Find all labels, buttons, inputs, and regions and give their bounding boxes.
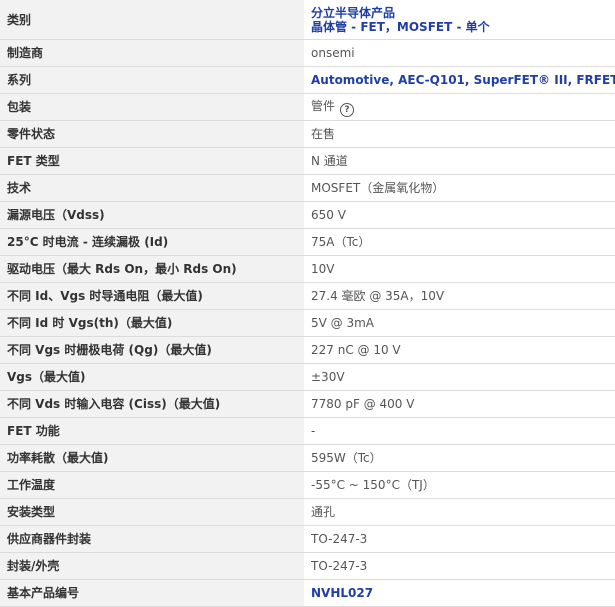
attr-label: 工作温度: [0, 471, 304, 499]
category-link-discrete[interactable]: 分立半导体产品: [311, 6, 615, 20]
attr-row-series: 系列 Automotive, AEC-Q101, SuperFET® III, …: [0, 66, 615, 94]
category-link-fet[interactable]: 晶体管 - FET，MOSFET - 单个: [311, 20, 615, 34]
attr-row-gate-charge: 不同 Vgs 时栅极电荷 (Qg)（最大值) 227 nC @ 10 V: [0, 336, 615, 364]
attr-row-operating-temp: 工作温度 -55°C ~ 150°C（TJ）: [0, 471, 615, 499]
attr-label: 供应商器件封装: [0, 525, 304, 553]
attr-label: 漏源电压（Vdss): [0, 201, 304, 229]
attr-row-vdss: 漏源电压（Vdss) 650 V: [0, 201, 615, 229]
attr-value: ±30V: [304, 363, 615, 391]
attr-row-drive-voltage: 驱动电压（最大 Rds On，最小 Rds On) 10V: [0, 255, 615, 283]
attr-value: 227 nC @ 10 V: [304, 336, 615, 364]
product-attributes-table: 类别 分立半导体产品 晶体管 - FET，MOSFET - 单个 制造商 ons…: [0, 0, 615, 607]
attr-value: -55°C ~ 150°C（TJ）: [304, 471, 615, 499]
attr-label: 系列: [0, 66, 304, 94]
attr-row-supplier-package: 供应商器件封装 TO-247-3: [0, 525, 615, 553]
attr-row-package-case: 封装/外壳 TO-247-3: [0, 552, 615, 580]
attr-value: 通孔: [304, 498, 615, 526]
attr-row-category: 类别 分立半导体产品 晶体管 - FET，MOSFET - 单个: [0, 0, 615, 40]
attr-value: 10V: [304, 255, 615, 283]
attr-label: 零件状态: [0, 120, 304, 148]
attr-value: TO-247-3: [304, 552, 615, 580]
attr-row-vgs-max: Vgs（最大值) ±30V: [0, 363, 615, 391]
attr-row-technology: 技术 MOSFET（金属氧化物）: [0, 174, 615, 202]
packaging-text: 管件: [311, 98, 336, 113]
attr-value: 27.4 毫欧 @ 35A，10V: [304, 282, 615, 310]
attr-value-category: 分立半导体产品 晶体管 - FET，MOSFET - 单个: [304, 0, 615, 40]
attr-value-base-part: NVHL027: [304, 579, 615, 607]
attr-value: onsemi: [304, 39, 615, 67]
attr-row-power-dissipation: 功率耗散（最大值) 595W（Tc）: [0, 444, 615, 472]
attr-row-vgs-th: 不同 Id 时 Vgs(th)（最大值) 5V @ 3mA: [0, 309, 615, 337]
attr-value: 650 V: [304, 201, 615, 229]
attr-label: 不同 Vds 时输入电容 (Ciss)（最大值): [0, 390, 304, 418]
attr-label: 类别: [0, 0, 304, 40]
attr-value: 5V @ 3mA: [304, 309, 615, 337]
attr-value: 75A（Tc）: [304, 228, 615, 256]
attr-label: FET 功能: [0, 417, 304, 445]
attr-value: 在售: [304, 120, 615, 148]
attr-label: 不同 Vgs 时栅极电荷 (Qg)（最大值): [0, 336, 304, 364]
attr-row-fet-type: FET 类型 N 通道: [0, 147, 615, 175]
attr-value-packaging: 管件?: [304, 93, 615, 121]
attr-row-current-id: 25°C 时电流 - 连续漏极 (Id) 75A（Tc）: [0, 228, 615, 256]
attr-label: 技术: [0, 174, 304, 202]
attr-row-packaging: 包装 管件?: [0, 93, 615, 121]
attr-label: 不同 Id、Vgs 时导通电阻（最大值): [0, 282, 304, 310]
attr-label: 功率耗散（最大值): [0, 444, 304, 472]
series-link[interactable]: Automotive, AEC-Q101, SuperFET® III, FRF…: [311, 73, 615, 87]
attr-label: 不同 Id 时 Vgs(th)（最大值): [0, 309, 304, 337]
attr-row-mounting-type: 安装类型 通孔: [0, 498, 615, 526]
attr-row-input-capacitance: 不同 Vds 时输入电容 (Ciss)（最大值) 7780 pF @ 400 V: [0, 390, 615, 418]
attr-value-series: Automotive, AEC-Q101, SuperFET® III, FRF…: [304, 66, 615, 94]
attr-label: 包装: [0, 93, 304, 121]
attr-label: 封装/外壳: [0, 552, 304, 580]
attr-row-part-status: 零件状态 在售: [0, 120, 615, 148]
attr-label: FET 类型: [0, 147, 304, 175]
attr-row-manufacturer: 制造商 onsemi: [0, 39, 615, 67]
attr-value: N 通道: [304, 147, 615, 175]
help-icon[interactable]: ?: [340, 102, 355, 117]
attr-value: 7780 pF @ 400 V: [304, 390, 615, 418]
attr-row-rds-on: 不同 Id、Vgs 时导通电阻（最大值) 27.4 毫欧 @ 35A，10V: [0, 282, 615, 310]
base-part-number-link[interactable]: NVHL027: [311, 586, 373, 600]
attr-label: 基本产品编号: [0, 579, 304, 607]
attr-label: 制造商: [0, 39, 304, 67]
attr-label: Vgs（最大值): [0, 363, 304, 391]
attr-value: MOSFET（金属氧化物）: [304, 174, 615, 202]
attr-value: -: [304, 417, 615, 445]
attr-value: 595W（Tc）: [304, 444, 615, 472]
attr-row-base-part-number: 基本产品编号 NVHL027: [0, 579, 615, 607]
attr-row-fet-feature: FET 功能 -: [0, 417, 615, 445]
attr-label: 安装类型: [0, 498, 304, 526]
attr-label: 25°C 时电流 - 连续漏极 (Id): [0, 228, 304, 256]
attr-label: 驱动电压（最大 Rds On，最小 Rds On): [0, 255, 304, 283]
attr-value: TO-247-3: [304, 525, 615, 553]
